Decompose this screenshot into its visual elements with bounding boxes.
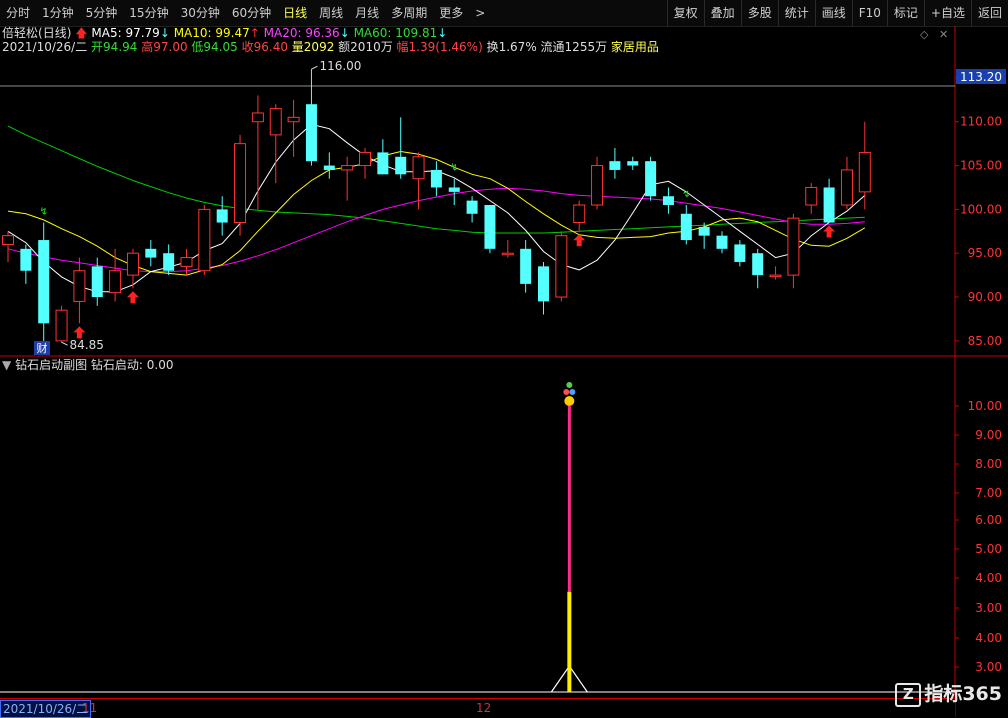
candle-body-down [377,152,389,175]
high-price-label: 116.00 [319,59,361,73]
price-tick-label: 105.00 [960,159,1002,173]
candle-body-up [55,309,68,342]
sub-axis-label: 4.00 [975,631,1002,645]
candle-body-up [412,156,425,180]
candle-body-up [73,270,86,302]
low-leader [61,341,68,346]
diamond-signal-icon [564,396,575,406]
candle-body-up [858,151,871,193]
sell-marker-icon: ↯ [40,207,48,218]
candle-body-down [538,266,549,302]
sell-marker-icon: ↯ [682,189,690,200]
candle-body-up [2,235,14,245]
candle-body-up [269,108,282,136]
current-price-tag: 113.20 [960,70,1002,84]
candle-body-up [287,116,300,123]
sub-chart-name: 钻石启动副图 [15,358,88,372]
candle-body-up [198,208,211,272]
candle-body-down [662,196,674,205]
sub-axis-label: 9.00 [975,428,1002,442]
candle-body-down [484,205,496,249]
candle-body-down [680,213,692,241]
candle-body-down [323,165,335,170]
candle-body-down [752,253,764,276]
candle-body-up [501,252,514,256]
sub-axis-label: 4.00 [975,571,1002,585]
candle-body-up [573,204,586,224]
candle-body-down [216,209,228,223]
price-tick-label: 90.00 [968,290,1002,304]
candle-body-down [520,248,532,284]
candle-body-down [716,235,728,249]
watermark: Z 指标365 [895,679,1002,707]
candle-body-down [698,226,710,236]
collapse-icon[interactable]: ▼ [2,358,11,372]
candle-body-up [180,257,193,267]
candle-body-up [591,165,604,206]
candle-body-up [341,165,354,171]
price-tick-label: 85.00 [968,334,1002,348]
candle-body-up [769,274,782,278]
candle-body-down [627,161,639,166]
signal-dot-icon [569,389,576,395]
price-tick-label: 100.00 [960,202,1002,216]
candle-body-up [251,112,264,123]
price-tick-label: 110.00 [960,115,1002,129]
candle-body-down [430,169,442,188]
sub-axis-label: 8.00 [975,457,1002,471]
candle-body-down [609,161,621,170]
sub-chart-value: 钻石启动: 0.00 [90,358,174,372]
sub-axis-label: 3.00 [975,660,1002,674]
candle-body-up [555,235,568,298]
candle-body-down [734,244,746,262]
sub-axis-label: 10.00 [968,399,1002,413]
candle-body-down [163,253,175,271]
signal-dot-icon [566,382,573,388]
buy-arrow-icon [573,234,586,247]
candle-body-down [91,266,103,298]
sub-chart-title: ▼ 钻石启动副图 钻石启动: 0.00 [2,358,173,373]
candle-body-up [805,186,818,206]
sub-axis-label: 6.00 [975,513,1002,527]
buy-arrow-icon [73,326,86,339]
sub-axis-label: 3.00 [975,601,1002,615]
date-axis-bar: 2021/10/26/二 11 12 [0,698,955,718]
signal-dot-icon [563,389,570,395]
candle-body-down [145,248,157,258]
candle-body-down [20,248,32,271]
candle-body-down [448,187,460,192]
high-leader [311,65,318,70]
cursor-date: 2021/10/26/二 [0,700,92,718]
buy-arrow-icon [126,291,139,304]
sub-axis-label: 7.00 [975,486,1002,500]
sub-axis-label: 5.00 [975,542,1002,556]
candle-body-down [823,187,835,223]
candle-body-down [305,104,317,162]
candle-body-up [234,143,247,224]
candle-body-down [466,200,478,214]
candle-body-up [787,217,800,276]
candle-body-up [126,252,139,276]
candle-body-up [109,270,122,294]
month-tick-12: 12 [476,701,492,715]
candle-body-up [359,151,371,167]
watermark-logo: Z [895,682,922,707]
candle-body-up [840,169,853,206]
low-price-label: 84.85 [70,338,104,352]
candle-body-down [645,161,657,197]
buy-arrow-icon [823,225,836,238]
month-tick-11: 11 [82,701,98,715]
finance-badge: 财 [37,341,48,355]
candle-body-down [38,240,50,324]
sell-marker-icon: ↯ [450,163,458,174]
candle-body-down [395,156,407,175]
watermark-text: 指标365 [924,683,1002,705]
price-tick-label: 95.00 [968,246,1002,260]
